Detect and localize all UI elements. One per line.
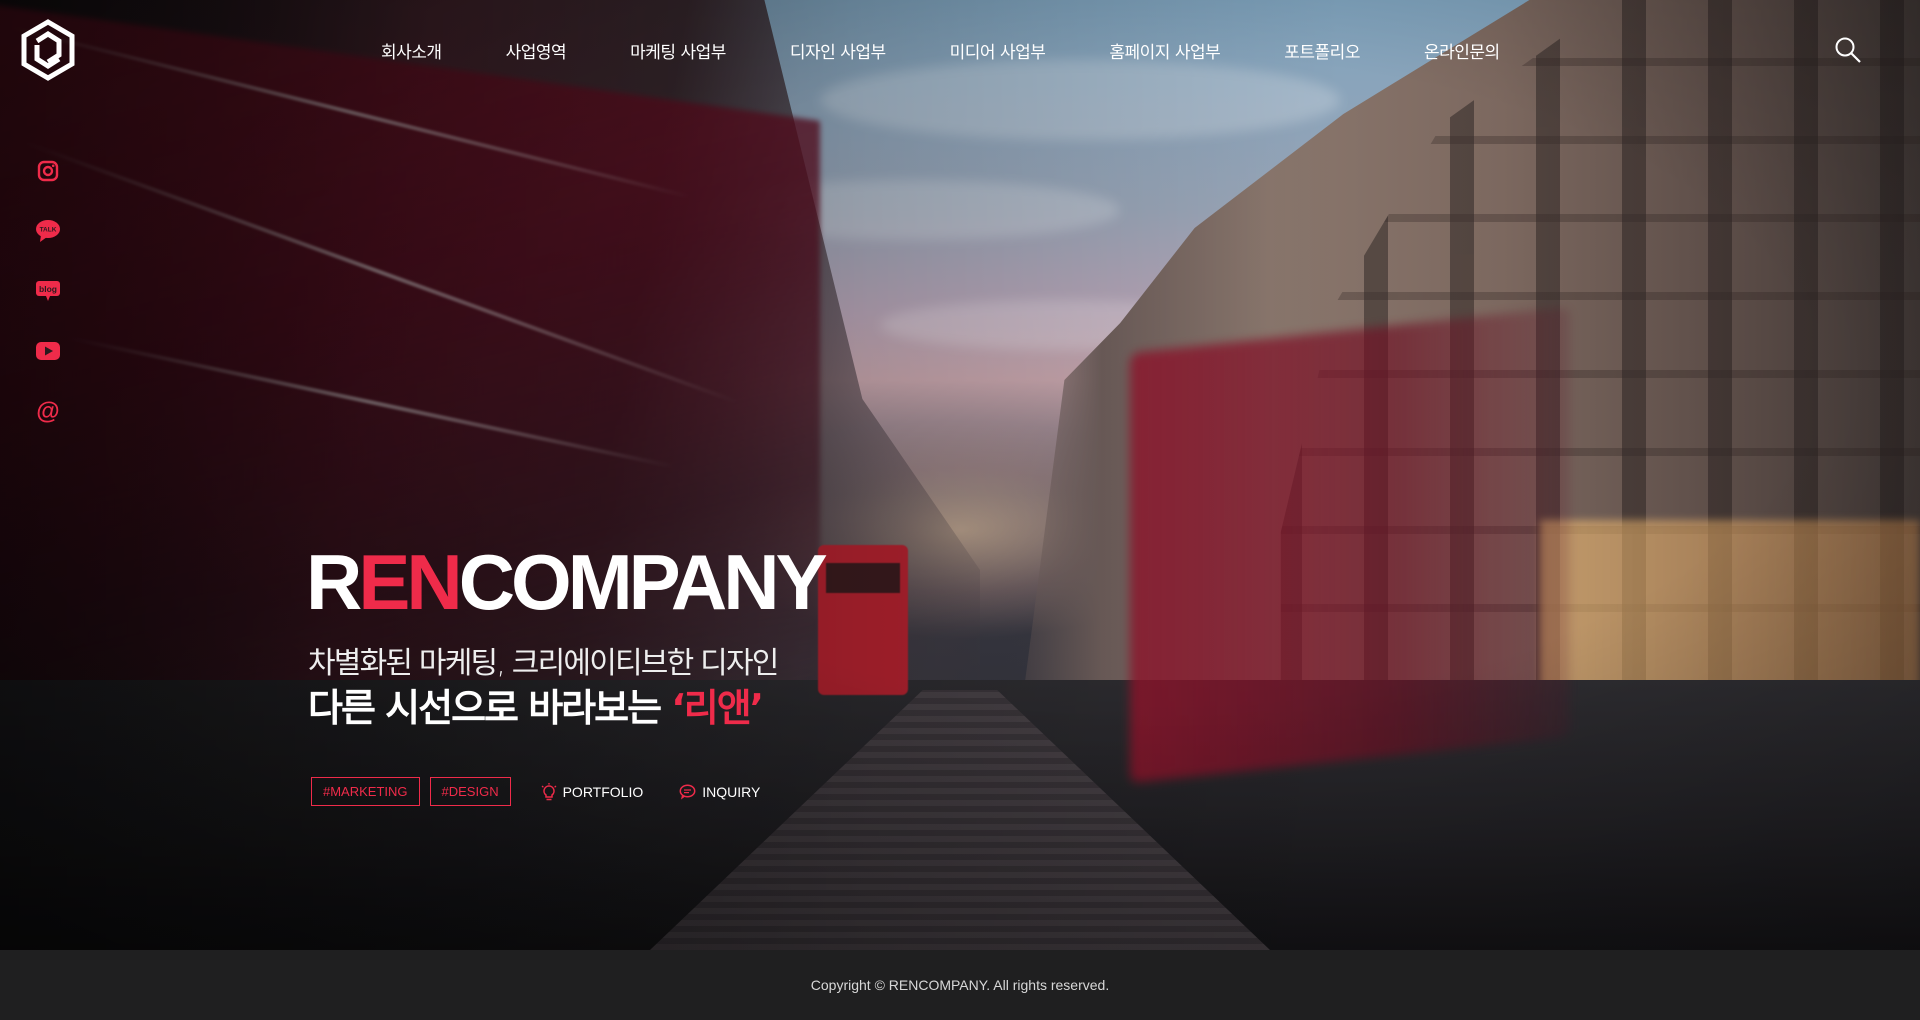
portfolio-link[interactable]: PORTFOLIO: [541, 782, 644, 801]
brand-r: R: [306, 538, 362, 626]
nav-item-portfolio[interactable]: 포트폴리오: [1284, 38, 1360, 63]
email-icon: @: [36, 398, 59, 424]
search-icon[interactable]: [1834, 36, 1862, 64]
site-header: 회사소개 사업영역 마케팅 사업부 디자인 사업부 미디어 사업부 홈페이지 사…: [0, 0, 1920, 100]
main-nav: 회사소개 사업영역 마케팅 사업부 디자인 사업부 미디어 사업부 홈페이지 사…: [381, 38, 1564, 63]
site-footer: Copyright © RENCOMPANY. All rights reser…: [0, 950, 1920, 1020]
hero-actions: #MARKETING #DESIGN PORTFOLIO INQUIRY: [311, 777, 776, 806]
vignette-overlay: [0, 0, 1920, 950]
logo-icon[interactable]: [19, 19, 77, 81]
hero-background: [0, 0, 1920, 950]
tagline-highlight: ‘리앤’: [671, 686, 764, 730]
tagline-primary: 차별화된 마케팅, 크리에이티브한 디자인: [308, 646, 779, 681]
brand-company: COMPANY: [458, 538, 828, 626]
email-link[interactable]: @: [35, 398, 61, 424]
kakaotalk-link[interactable]: TALK: [35, 218, 61, 244]
inquiry-link[interactable]: INQUIRY: [679, 784, 760, 800]
nav-item-media[interactable]: 미디어 사업부: [950, 38, 1046, 63]
brand-en: EN: [358, 538, 462, 626]
inquiry-label: INQUIRY: [702, 783, 761, 800]
nav-item-homepage[interactable]: 홈페이지 사업부: [1109, 38, 1220, 63]
chat-icon: [679, 783, 696, 799]
brand-title: RENCOMPANY: [306, 543, 828, 621]
copyright-text: Copyright © RENCOMPANY. All rights reser…: [810, 977, 1110, 993]
nav-item-inquiry[interactable]: 온라인문의: [1424, 38, 1500, 63]
nav-item-design[interactable]: 디자인 사업부: [790, 38, 886, 63]
svg-text:blog: blog: [39, 284, 57, 294]
nav-item-about[interactable]: 회사소개: [381, 38, 442, 63]
tagline-secondary: 다른 시선으로 바라보는 ‘리앤’: [308, 677, 764, 732]
kakaotalk-icon: TALK: [36, 220, 60, 242]
blog-link[interactable]: blog: [35, 278, 61, 304]
tag-marketing[interactable]: #MARKETING: [311, 777, 420, 806]
instagram-icon: [37, 160, 59, 182]
social-links: TALK blog @: [35, 158, 61, 458]
svg-text:@: @: [36, 398, 59, 424]
instagram-link[interactable]: [35, 158, 61, 184]
nav-item-marketing[interactable]: 마케팅 사업부: [630, 38, 726, 63]
tag-design[interactable]: #DESIGN: [429, 777, 511, 806]
blog-icon: blog: [36, 281, 60, 301]
svg-text:TALK: TALK: [40, 227, 57, 234]
youtube-icon: [36, 342, 60, 360]
lightbulb-icon: [541, 782, 557, 800]
youtube-link[interactable]: [35, 338, 61, 364]
portfolio-label: PORTFOLIO: [562, 783, 644, 800]
nav-item-business[interactable]: 사업영역: [506, 38, 567, 63]
tagline-secondary-text: 다른 시선으로 바라보는: [308, 686, 672, 730]
